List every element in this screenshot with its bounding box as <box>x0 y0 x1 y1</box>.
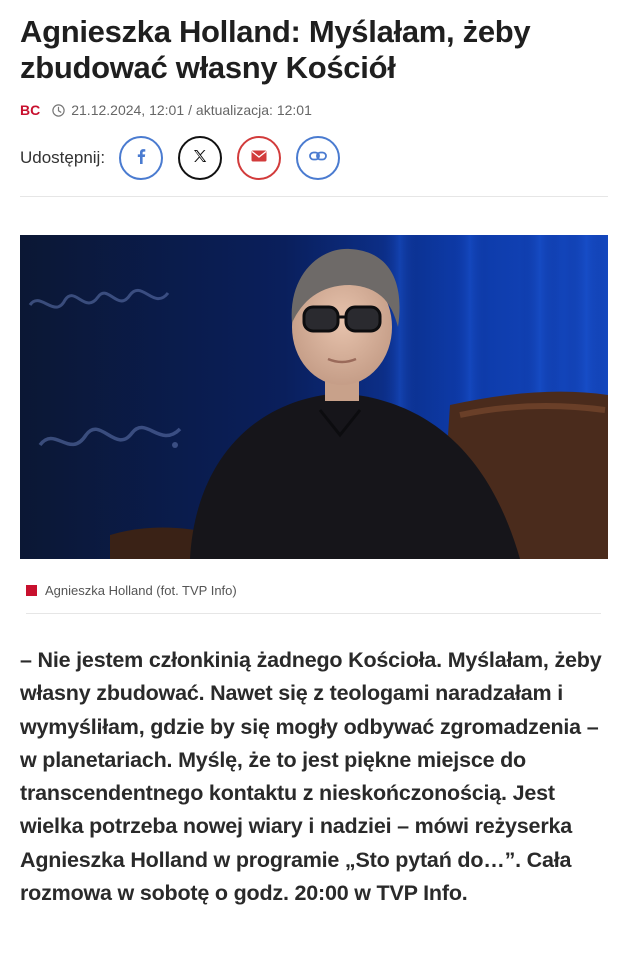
article-title: Agnieszka Holland: Myślałam, żeby zbudow… <box>20 14 531 85</box>
envelope-icon <box>251 149 267 167</box>
update-time: / aktualizacja: 12:01 <box>188 102 312 118</box>
header-divider <box>20 196 608 197</box>
x-icon <box>192 148 208 169</box>
share-x-button[interactable] <box>178 136 223 180</box>
publish-date: 21.12.2024, 12:01 <box>71 102 185 118</box>
link-icon <box>309 149 327 167</box>
clock-icon <box>52 103 65 117</box>
article-meta: BC 21.12.2024, 12:01 / aktualizacja: 12:… <box>20 100 610 120</box>
share-copy-link-button[interactable] <box>296 136 341 180</box>
share-email-button[interactable] <box>237 136 282 180</box>
article: Agnieszka Holland: Myślałam, żeby zbudow… <box>20 14 610 932</box>
caption-marker-icon <box>26 584 37 596</box>
article-lead: – Nie jestem członkinią żadnego Kościoła… <box>20 648 602 906</box>
share-facebook-button[interactable] <box>119 136 164 180</box>
caption-divider <box>26 613 601 614</box>
share-bar: Udostępnij: <box>20 132 610 184</box>
photo-caption: Agnieszka Holland (fot. TVP Info) <box>20 581 610 599</box>
author-link[interactable]: BC <box>20 102 40 118</box>
article-photo[interactable] <box>20 235 608 559</box>
share-label: Udostępnij: <box>20 148 106 167</box>
caption-text: Agnieszka Holland (fot. TVP Info) <box>45 582 237 598</box>
facebook-icon <box>134 148 148 169</box>
